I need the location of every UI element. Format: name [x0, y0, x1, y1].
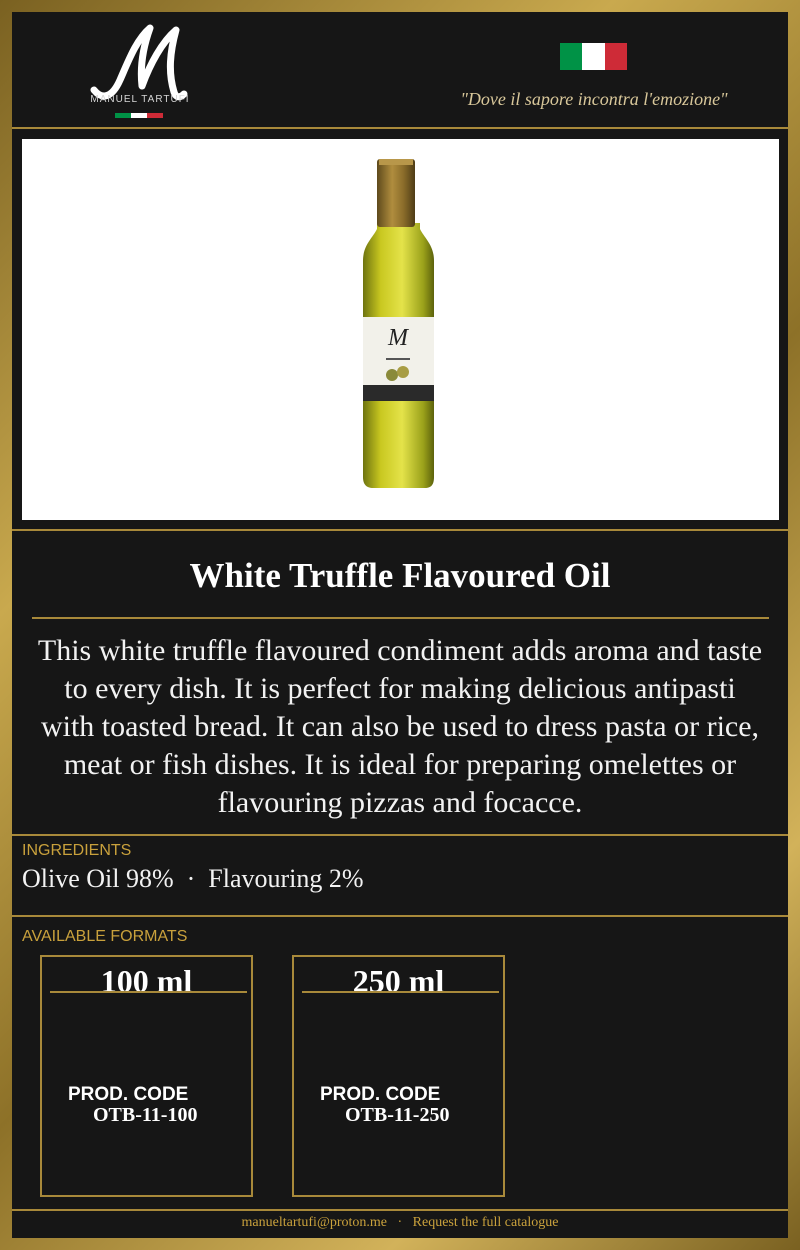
product-image: M [22, 139, 779, 520]
brand-name: MANUEL TARTUFI [90, 94, 190, 105]
title-rule [32, 617, 769, 619]
format-rule [302, 991, 499, 993]
svg-text:M: M [387, 325, 410, 351]
mini-flag-icon [115, 113, 163, 118]
ingredients-text: Olive Oil 98% · Flavouring 2% [22, 864, 364, 893]
format-size: 250 ml [352, 963, 445, 999]
ingredients-label: INGREDIENTS [22, 842, 132, 859]
header-divider [12, 127, 788, 129]
format-rule [50, 991, 247, 993]
format-size: 100 ml [100, 963, 193, 999]
product-sheet: MANUEL TARTUFI "Dove il sapore incontra … [12, 12, 788, 1238]
footer-divider [12, 1209, 788, 1211]
footer-contact: manueltartufi@proton.me · Request the fu… [241, 1215, 559, 1230]
product-title: White Truffle Flavoured Oil [189, 556, 611, 595]
ingredients-divider [12, 915, 788, 917]
formats-label: AVAILABLE FORMATS [22, 928, 188, 945]
product-code-label: PROD. CODE [68, 1084, 189, 1105]
product-code-label: PROD. CODE [320, 1084, 441, 1105]
product-description: This white truffle flavoured condiment a… [37, 634, 763, 819]
format-card-250ml: 250 ml PROD. CODE OTB-11-250 [292, 955, 505, 1197]
italian-flag-icon [560, 43, 627, 70]
tagline: "Dove il sapore incontra l'emozione" [460, 89, 728, 109]
product-code: OTB-11-100 [93, 1104, 198, 1126]
brand-logo-icon [90, 24, 188, 101]
image-divider [12, 529, 788, 531]
olive-oil-bottle-icon: M [363, 159, 434, 488]
format-card-100ml: 100 ml PROD. CODE OTB-11-100 [40, 955, 253, 1197]
description-divider [12, 834, 788, 836]
product-code: OTB-11-250 [345, 1104, 450, 1126]
